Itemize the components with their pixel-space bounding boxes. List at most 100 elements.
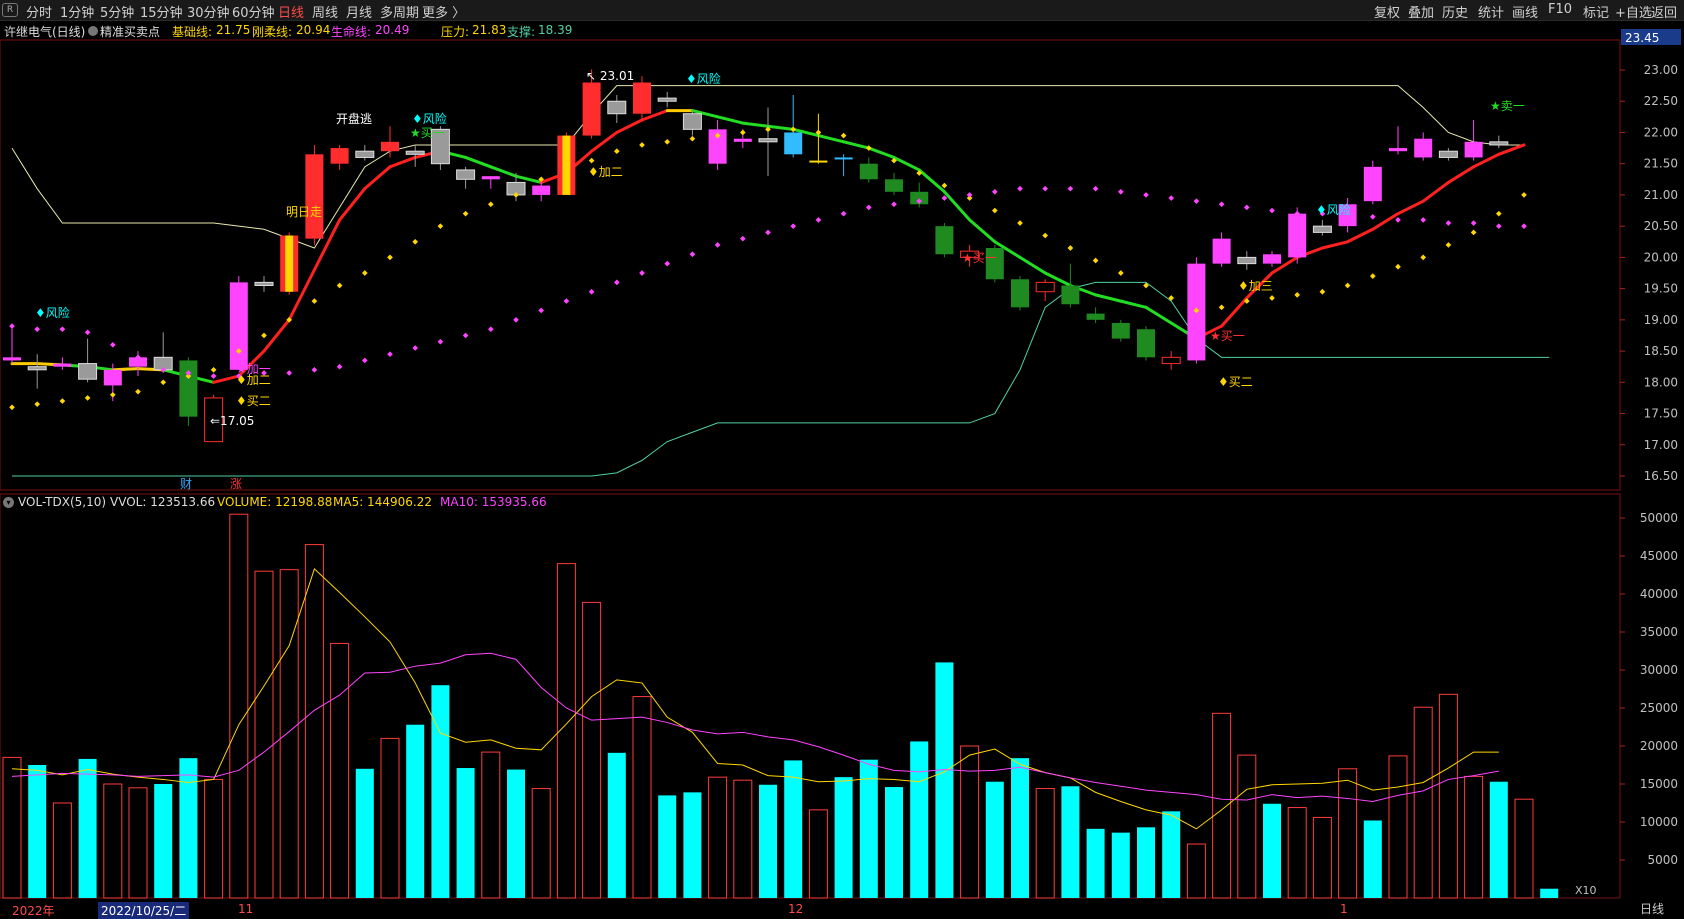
candle-body [1363, 166, 1382, 202]
life-line-segment [867, 146, 896, 159]
volume-bar [406, 724, 425, 898]
support-dot [412, 238, 419, 245]
life-line-segment [917, 168, 946, 194]
candle-body [405, 150, 425, 155]
support-dot [1369, 273, 1376, 279]
life-line-segment [968, 218, 997, 244]
candle-body [1111, 322, 1130, 339]
candle-body [3, 357, 21, 361]
volume-tick-label: 10000 [1640, 815, 1678, 829]
life-line-segment [464, 155, 493, 169]
volume-bar [1212, 712, 1232, 899]
support-dot [1017, 220, 1023, 226]
candle-body [532, 185, 551, 195]
support-dot [1495, 210, 1502, 217]
support-dot [109, 391, 116, 398]
candle-body [1086, 313, 1105, 320]
volume-bar [910, 741, 929, 898]
support-dot [9, 404, 15, 411]
volume-bar [1035, 788, 1055, 899]
resistance-dot [765, 229, 771, 236]
risk-marker-2: ♦风险 [412, 111, 447, 126]
resistance-dot [840, 210, 847, 217]
add-three-label: ♦加三 [1238, 279, 1273, 293]
volume-bar [204, 778, 224, 899]
risk-marker-4: ♦风险 [1316, 202, 1351, 217]
candle-body [1237, 256, 1257, 265]
volume-bar [658, 795, 677, 898]
resistance-dot [462, 332, 469, 339]
volume-bar [229, 513, 249, 899]
resistance-dot [1092, 185, 1099, 192]
price-tick-label: 19.00 [1644, 313, 1678, 327]
volume-bar [683, 792, 702, 898]
volume-bar [1086, 828, 1105, 898]
resistance-dot [1168, 195, 1175, 201]
volume-bar [1464, 775, 1484, 899]
finance-marker: 财 [180, 477, 192, 491]
resistance-dot [639, 270, 645, 276]
volume-bar [103, 783, 123, 899]
low-price-label: ⇐17.05 [210, 414, 254, 428]
buy-two-label-2: ♦买二 [1218, 375, 1253, 389]
support-dot [664, 139, 671, 145]
volume-tick-label: 5000 [1647, 853, 1678, 867]
resistance-dot [84, 329, 91, 336]
candle-body [1137, 329, 1155, 358]
price-volume-chart[interactable]: 16.50 17.00 17.50 18.00 18.50 19.00 19.50 20.00… [0, 0, 1684, 900]
volume-bar [733, 779, 753, 899]
volume-bar [431, 685, 450, 898]
life-line-segment [1144, 305, 1173, 325]
resistance-dot [1269, 207, 1275, 214]
resistance-dot [563, 298, 570, 304]
resistance-dot [513, 317, 519, 323]
support-dot [840, 132, 847, 139]
buy-one-label-1: ★买一 [962, 251, 997, 265]
life-line-segment [1119, 299, 1148, 309]
volume-bar [78, 758, 97, 898]
volume-bar [1287, 807, 1307, 899]
support-dot [361, 270, 368, 276]
resistance-dot [1243, 204, 1250, 211]
price-tick-label: 22.50 [1644, 94, 1678, 108]
life-line-segment [363, 165, 392, 191]
candle-body [1312, 225, 1332, 233]
volume-bar [960, 745, 980, 899]
volume-bar [2, 756, 22, 899]
resistance-dot [336, 363, 343, 370]
support-dot [613, 148, 620, 155]
volume-bar [52, 802, 72, 899]
support-dot [991, 207, 998, 214]
resistance-dot [387, 351, 393, 358]
risk-marker-1: ♦风险 [35, 305, 70, 320]
resistance-dot [286, 370, 293, 376]
candle-body [456, 169, 476, 180]
support-dot [1319, 288, 1326, 295]
resistance-dot [991, 188, 998, 195]
candle-highlight [285, 235, 294, 292]
resistance-dot [891, 201, 897, 208]
life-line-segment [262, 318, 291, 353]
resistance-dot [613, 279, 620, 286]
candle-body [1464, 141, 1483, 158]
volume-bar [456, 768, 475, 898]
candle-body [1035, 281, 1055, 293]
candle-highlight [562, 135, 571, 195]
volume-bar [1137, 827, 1155, 898]
support-dot [487, 201, 494, 208]
resistance-dot [714, 242, 721, 248]
volume-bar [531, 788, 551, 899]
candle-body [1161, 356, 1181, 365]
resistance-dot [1495, 223, 1502, 229]
support-dot [1117, 270, 1124, 276]
volume-tick-label: 20000 [1640, 739, 1678, 753]
candle-body [935, 226, 954, 255]
support-dot [1344, 282, 1351, 289]
life-line-segment [716, 115, 745, 125]
volume-bar [885, 787, 903, 898]
life-line-segment [338, 187, 367, 222]
volume-bar [1011, 758, 1029, 898]
rise-marker: 涨 [230, 476, 242, 491]
candle-body [53, 363, 72, 367]
price-tick-label: 19.50 [1644, 282, 1678, 296]
